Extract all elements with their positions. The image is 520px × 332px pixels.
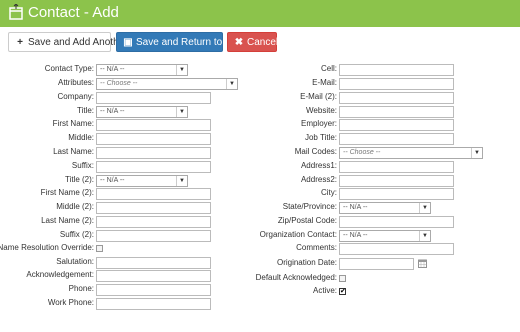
origination-date-field[interactable] <box>339 258 414 270</box>
page-title: Contact - Add <box>28 4 119 21</box>
attributes-label: Attributes: <box>57 78 94 87</box>
chevron-down-icon: ▼ <box>226 79 237 89</box>
email2-label: E-Mail (2): <box>300 92 337 101</box>
cancel-label: Cancel <box>247 37 279 48</box>
default-acknowledged-checkbox[interactable] <box>339 275 346 282</box>
suffix2-field[interactable] <box>96 230 211 242</box>
phone-label: Phone: <box>68 284 94 293</box>
state-province-label: State/Province: <box>282 202 337 211</box>
mail-codes-value: -- Choose -- <box>343 149 381 156</box>
calendar-icon[interactable] <box>418 259 427 268</box>
middle-label: Middle: <box>68 133 94 142</box>
zip-postal-code-field[interactable] <box>339 216 454 228</box>
suffix-label: Suffix: <box>71 161 94 170</box>
default-acknowledged-label: Default Acknowledged: <box>255 273 337 282</box>
address2-field[interactable] <box>339 175 454 187</box>
work-phone-label: Work Phone: <box>47 298 94 307</box>
acknowledgement-field[interactable] <box>96 270 211 282</box>
title-value: -- N/A -- <box>100 108 125 115</box>
save-and-add-another-label: Save and Add Another <box>28 37 128 48</box>
contact-type-select[interactable]: -- N/A -- ▼ <box>96 64 188 76</box>
cell-label: Cell: <box>320 64 337 73</box>
chevron-down-icon: ▼ <box>419 231 430 241</box>
contact-type-value: -- N/A -- <box>100 66 125 73</box>
middle2-label: Middle (2): <box>56 202 94 211</box>
chevron-down-icon: ▼ <box>176 176 187 186</box>
organization-contact-value: -- N/A -- <box>343 232 368 239</box>
title2-select[interactable]: -- N/A -- ▼ <box>96 175 188 187</box>
window-icon <box>9 4 23 20</box>
chevron-down-icon: ▼ <box>176 65 187 75</box>
email-field[interactable] <box>339 78 454 90</box>
plus-icon: + <box>17 37 23 48</box>
attributes-value: -- Choose -- <box>100 80 138 87</box>
phone-field[interactable] <box>96 284 211 296</box>
state-province-value: -- N/A -- <box>343 204 368 211</box>
save-and-return-label: Save and Return to List <box>136 37 241 48</box>
contact-type-label: Contact Type: <box>44 64 94 73</box>
cell-field[interactable] <box>339 64 454 76</box>
website-label: Website: <box>306 106 337 115</box>
email2-field[interactable] <box>339 92 454 104</box>
first-name2-label: First Name (2): <box>40 188 94 197</box>
city-label: City: <box>321 188 337 197</box>
origination-date-label: Origination Date: <box>276 258 337 267</box>
save-and-add-another-button[interactable]: + Save and Add Another <box>8 32 128 52</box>
attributes-select[interactable]: -- Choose -- ▼ <box>96 78 238 90</box>
active-label: Active: <box>312 286 337 295</box>
chevron-down-icon: ▼ <box>419 203 430 213</box>
save-and-return-button[interactable]: ▣ Save and Return to List <box>116 32 241 52</box>
title2-label: Title (2): <box>64 175 94 184</box>
title-label: Title: <box>76 106 94 115</box>
zip-postal-code-label: Zip/Postal Code: <box>277 216 337 225</box>
work-phone-field[interactable] <box>96 298 211 310</box>
organization-contact-label: Organization Contact: <box>259 230 337 239</box>
suffix2-label: Suffix (2): <box>59 230 94 239</box>
title2-value: -- N/A -- <box>100 177 125 184</box>
chevron-down-icon: ▼ <box>471 148 482 158</box>
job-title-label: Job Title: <box>304 133 337 142</box>
organization-contact-select[interactable]: -- N/A -- ▼ <box>339 230 431 242</box>
last-name-field[interactable] <box>96 147 211 159</box>
chevron-down-icon: ▼ <box>176 107 187 117</box>
salutation-label: Salutation: <box>56 257 94 266</box>
first-name-label: First Name: <box>52 119 94 128</box>
mail-codes-select[interactable]: -- Choose -- ▼ <box>339 147 483 159</box>
email-label: E-Mail: <box>312 78 337 87</box>
last-name-label: Last Name: <box>53 147 94 156</box>
website-field[interactable] <box>339 106 454 118</box>
address1-label: Address1: <box>300 161 337 170</box>
active-checkbox[interactable]: ✔ <box>339 288 346 295</box>
name-resolution-override-label: Name Resolution Override: <box>0 243 94 252</box>
last-name2-label: Last Name (2): <box>41 216 94 225</box>
close-icon: ✖ <box>234 37 244 48</box>
title-select[interactable]: -- N/A -- ▼ <box>96 106 188 118</box>
first-name-field[interactable] <box>96 119 211 131</box>
suffix-field[interactable] <box>96 161 211 173</box>
employer-label: Employer: <box>300 119 337 128</box>
middle2-field[interactable] <box>96 202 211 214</box>
last-name2-field[interactable] <box>96 216 211 228</box>
city-field[interactable] <box>339 188 454 200</box>
first-name2-field[interactable] <box>96 188 211 200</box>
middle-field[interactable] <box>96 133 211 145</box>
job-title-field[interactable] <box>339 133 454 145</box>
header-bar: Contact - Add <box>0 0 520 27</box>
name-resolution-override-checkbox[interactable] <box>96 245 103 252</box>
state-province-select[interactable]: -- N/A -- ▼ <box>339 202 431 214</box>
checkmark-icon: ✔ <box>340 288 346 295</box>
comments-label: Comments: <box>296 243 337 252</box>
mail-codes-label: Mail Codes: <box>294 147 337 156</box>
employer-field[interactable] <box>339 119 454 131</box>
floppy-disk-icon: ▣ <box>123 37 133 48</box>
cancel-button[interactable]: ✖ Cancel <box>227 32 279 52</box>
address1-field[interactable] <box>339 161 454 173</box>
comments-field[interactable] <box>339 243 454 255</box>
acknowledgement-label: Acknowledgement: <box>26 270 94 279</box>
company-field[interactable] <box>96 92 211 104</box>
salutation-field[interactable] <box>96 257 211 269</box>
company-label: Company: <box>57 92 94 101</box>
address2-label: Address2: <box>300 175 337 184</box>
